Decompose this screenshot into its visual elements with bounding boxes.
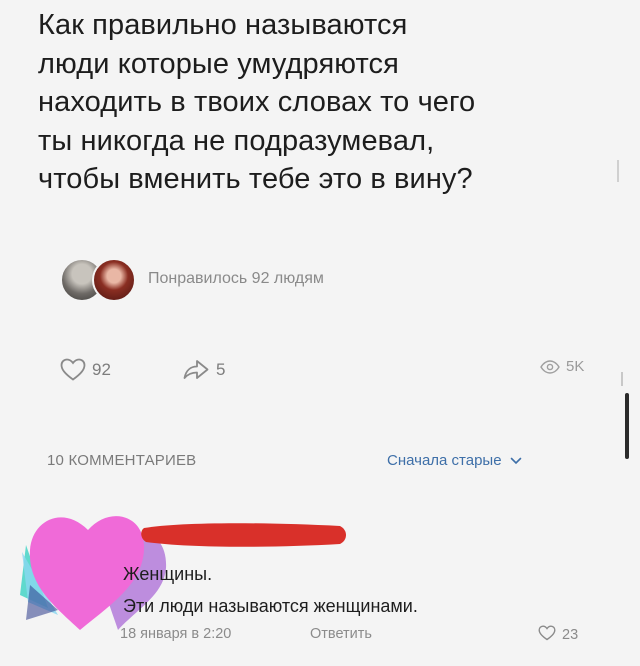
scrollbar-thumb[interactable]: [625, 393, 629, 459]
post-line: находить в твоих словах то чего: [38, 86, 476, 118]
share-count: 5: [216, 360, 226, 379]
sort-dropdown[interactable]: Сначала старые: [387, 452, 522, 469]
liker-avatar[interactable]: [92, 258, 136, 302]
eye-icon: [540, 359, 560, 374]
sort-label: Сначала старые: [387, 452, 502, 469]
post-line: ты никогда не подразумевал,: [38, 124, 435, 157]
redacted-author-name: [140, 520, 350, 550]
chevron-down-icon: [510, 452, 522, 469]
views-count: 5K: [566, 358, 585, 375]
share-arrow-icon: [182, 358, 210, 382]
heart-outline-icon: [60, 358, 86, 382]
like-count: 92: [92, 360, 111, 379]
liked-by-row[interactable]: Понравилось 92 людям: [60, 258, 620, 304]
reply-button[interactable]: Ответить: [310, 626, 372, 642]
comment-like-count: 23: [562, 627, 579, 643]
views-counter: 5K: [540, 358, 584, 375]
comment-line: Эти люди называются женщинами.: [123, 596, 418, 616]
comment-like-button[interactable]: 23: [538, 625, 578, 645]
post-text: Как правильно называются люди которые ум…: [38, 6, 618, 199]
comment-line: Женщины.: [123, 564, 213, 584]
post-line: чтобы вменить тебе это в вину?: [38, 163, 473, 195]
comments-header: 10 КОММЕНТАРИЕВ Сначала старые: [0, 452, 640, 476]
post-line: Как правильно называются: [38, 9, 408, 41]
comment-date: 18 января в 2:20: [120, 626, 232, 642]
comment-body: Женщины. Эти люди называются женщинами.: [123, 558, 418, 622]
post-line: люди которые умудряются: [38, 47, 399, 80]
comment-meta: 18 января в 2:20 Ответить 23: [120, 625, 620, 648]
liked-by-text[interactable]: Понравилось 92 людям: [148, 270, 324, 288]
like-button[interactable]: 92: [60, 358, 111, 382]
heart-outline-icon: [538, 625, 556, 645]
comments-count: 10 КОММЕНТАРИЕВ: [47, 452, 197, 469]
share-button[interactable]: 5: [182, 358, 225, 382]
scrollbar-track: [621, 372, 623, 386]
post-actions: 92 5 5K: [0, 358, 640, 388]
scrollbar-track: [617, 160, 619, 182]
